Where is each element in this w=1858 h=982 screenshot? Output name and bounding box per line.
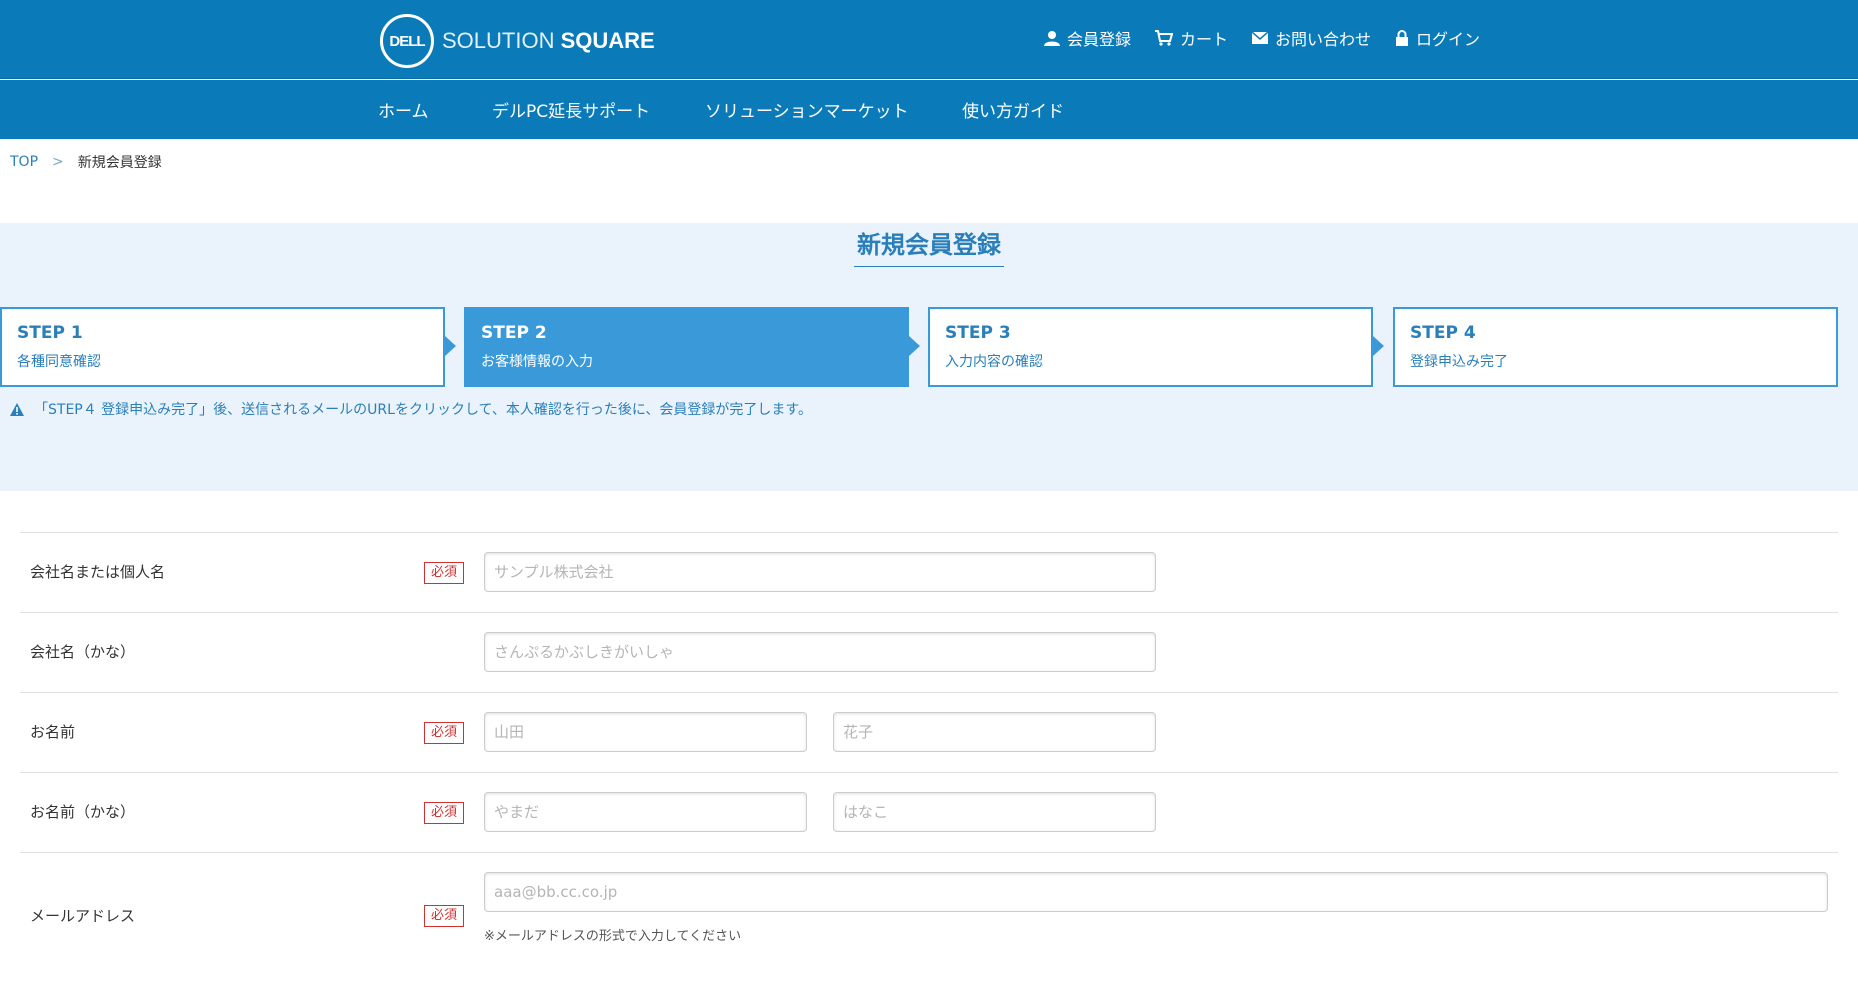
global-nav: ホーム デルPC延長サポート ソリューションマーケット 使い方ガイド bbox=[0, 80, 1858, 139]
registration-steps-section: 新規会員登録 STEP 1 各種同意確認 STEP 2 お客様情報の入力 STE… bbox=[0, 223, 1858, 491]
step-arrow bbox=[445, 336, 456, 356]
page-title: 新規会員登録 bbox=[857, 231, 1001, 259]
login-link[interactable]: ログイン bbox=[1395, 26, 1480, 50]
logo-text-light: SOLUTION bbox=[442, 28, 555, 53]
company-kana-label: 会社名（かな） bbox=[30, 643, 136, 661]
breadcrumb-top[interactable]: TOP bbox=[10, 154, 38, 170]
register-link-label: 会員登録 bbox=[1066, 30, 1131, 49]
form-row-name-kana: お名前（かな） 必須 bbox=[20, 772, 1838, 852]
step-description: お客様情報の入力 bbox=[481, 354, 593, 370]
registration-notice: 「STEP４ 登録申込み完了」後、送信されるメールのURLをクリックして、本人確… bbox=[10, 399, 812, 419]
nav-item-market[interactable]: ソリューションマーケット bbox=[705, 97, 909, 122]
step-1: STEP 1 各種同意確認 bbox=[0, 307, 445, 387]
login-link-label: ログイン bbox=[1415, 30, 1480, 49]
form-row-name: お名前 必須 bbox=[20, 692, 1838, 772]
step-arrow bbox=[1373, 336, 1384, 356]
logo-text-bold: SQUARE bbox=[560, 28, 655, 53]
form-row-company-kana: 会社名（かな） bbox=[20, 612, 1838, 692]
dell-logo-mark: DELL bbox=[380, 14, 434, 68]
nav-item-guide[interactable]: 使い方ガイド bbox=[962, 97, 1064, 122]
step-2: STEP 2 お客様情報の入力 bbox=[464, 307, 909, 387]
name-label: お名前 bbox=[30, 723, 76, 741]
company-label: 会社名または個人名 bbox=[30, 563, 166, 581]
email-label: メールアドレス bbox=[30, 907, 136, 925]
cart-icon bbox=[1154, 30, 1173, 46]
step-description: 入力内容の確認 bbox=[945, 354, 1043, 370]
last-name-input[interactable] bbox=[484, 712, 807, 752]
cart-link[interactable]: カート bbox=[1154, 26, 1228, 50]
user-icon bbox=[1043, 31, 1060, 46]
first-name-kana-input[interactable] bbox=[833, 792, 1156, 832]
required-badge: 必須 bbox=[424, 905, 464, 927]
mail-icon bbox=[1251, 32, 1268, 44]
contact-link[interactable]: お問い合わせ bbox=[1251, 26, 1371, 50]
step-4: STEP 4 登録申込み完了 bbox=[1393, 307, 1838, 387]
form-row-email: メールアドレス 必須 ※メールアドレスの形式で入力してください bbox=[20, 852, 1838, 982]
warning-icon bbox=[10, 402, 24, 416]
required-badge: 必須 bbox=[424, 562, 464, 584]
breadcrumb-separator: > bbox=[52, 154, 64, 170]
last-name-kana-input[interactable] bbox=[484, 792, 807, 832]
cart-link-label: カート bbox=[1179, 30, 1228, 49]
step-arrow bbox=[909, 336, 920, 356]
nav-item-home[interactable]: ホーム bbox=[378, 97, 429, 122]
contact-link-label: お問い合わせ bbox=[1274, 30, 1371, 49]
step-number: STEP 4 bbox=[1410, 323, 1476, 343]
site-logo[interactable]: DELL SOLUTION SQUARE bbox=[380, 14, 655, 68]
site-header: DELL SOLUTION SQUARE 会員登録 カート お問い合わせ ログイ… bbox=[0, 0, 1858, 79]
header-links: 会員登録 カート お問い合わせ ログイン bbox=[1043, 26, 1480, 50]
title-underline bbox=[854, 266, 1004, 267]
first-name-input[interactable] bbox=[833, 712, 1156, 752]
company-name-input[interactable] bbox=[484, 552, 1156, 592]
form-row-company: 会社名または個人名 必須 bbox=[20, 532, 1838, 612]
required-badge: 必須 bbox=[424, 722, 464, 744]
breadcrumb-current: 新規会員登録 bbox=[77, 155, 162, 171]
registration-form: 会社名または個人名 必須 会社名（かな） お名前 必須 お名前（かな） 必須 メ… bbox=[20, 532, 1838, 982]
step-description: 登録申込み完了 bbox=[1410, 354, 1508, 370]
register-link[interactable]: 会員登録 bbox=[1043, 26, 1131, 50]
step-number: STEP 3 bbox=[945, 323, 1011, 343]
step-3: STEP 3 入力内容の確認 bbox=[928, 307, 1373, 387]
logo-text: SOLUTION SQUARE bbox=[442, 28, 655, 54]
required-badge: 必須 bbox=[424, 802, 464, 824]
step-description: 各種同意確認 bbox=[17, 354, 101, 370]
step-number: STEP 1 bbox=[17, 323, 83, 343]
breadcrumb: TOP > 新規会員登録 bbox=[10, 152, 162, 172]
email-input[interactable] bbox=[484, 872, 1828, 912]
name-kana-label: お名前（かな） bbox=[30, 803, 136, 821]
lock-icon bbox=[1395, 30, 1408, 46]
notice-text: 「STEP４ 登録申込み完了」後、送信されるメールのURLをクリックして、本人確… bbox=[34, 402, 813, 418]
company-kana-input[interactable] bbox=[484, 632, 1156, 672]
email-hint: ※メールアドレスの形式で入力してください bbox=[484, 929, 742, 944]
step-number: STEP 2 bbox=[481, 323, 547, 343]
nav-item-support[interactable]: デルPC延長サポート bbox=[492, 97, 650, 122]
